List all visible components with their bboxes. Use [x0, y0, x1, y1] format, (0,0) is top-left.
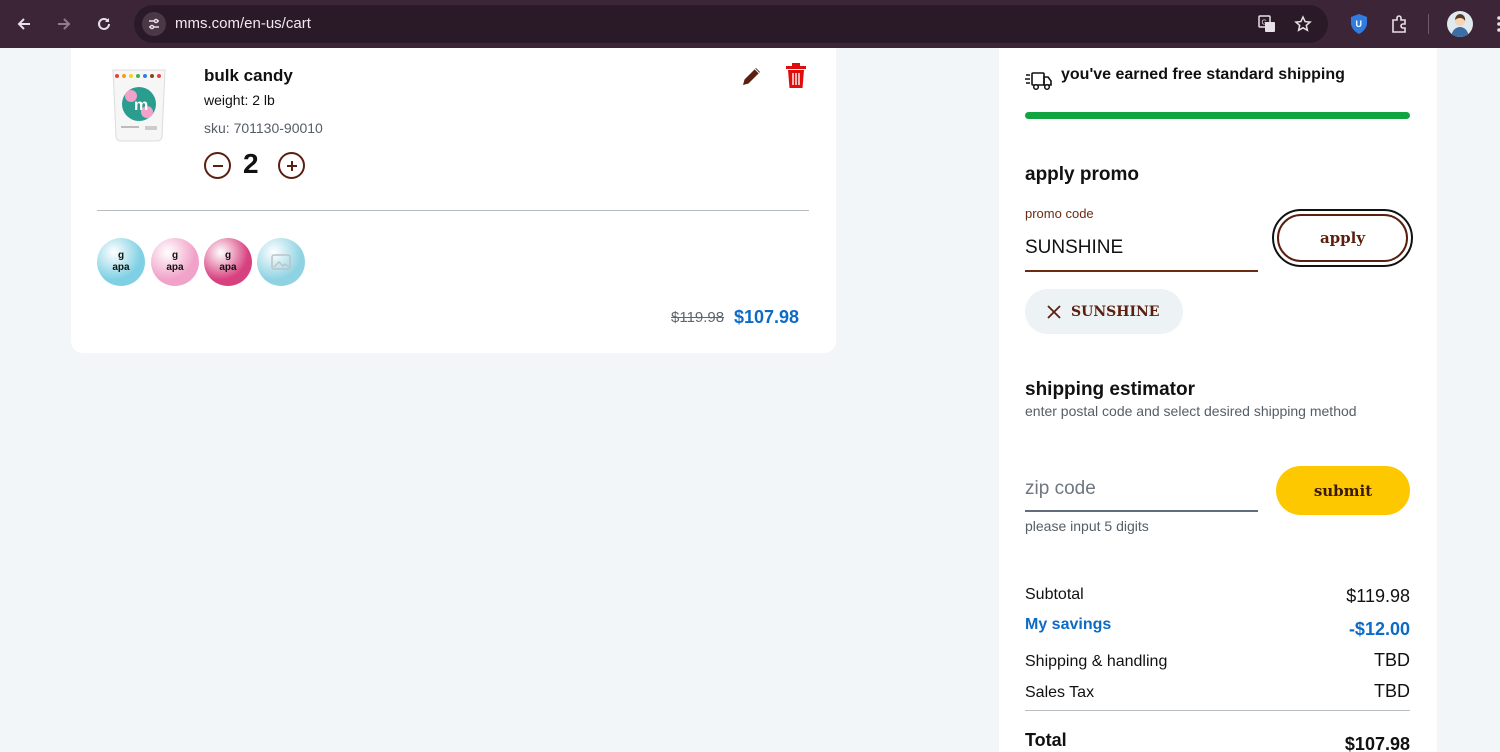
shipping-estimator-title: shipping estimator [1025, 379, 1195, 400]
site-settings-icon[interactable] [142, 12, 166, 36]
candy-swatch-4[interactable] [257, 238, 305, 286]
shipping-handling-label: Shipping & handling [1025, 653, 1168, 670]
image-placeholder-icon [271, 254, 291, 270]
discounted-price: $107.98 [734, 307, 800, 327]
swatch-text: g apa [219, 250, 237, 273]
sales-tax-value: TBD [1374, 681, 1410, 701]
shipping-handling-value: TBD [1374, 650, 1410, 670]
shipping-estimator-subtitle: enter postal code and select desired shi… [1025, 403, 1357, 419]
swatch-text: g apa [166, 250, 184, 273]
profile-avatar[interactable] [1447, 11, 1473, 37]
product-name[interactable]: bulk candy [204, 66, 293, 86]
address-bar[interactable]: mms.com/en-us/cart G [134, 5, 1328, 43]
candy-swatch-2[interactable]: g apa [151, 238, 199, 286]
extension-shield-icon[interactable]: U [1346, 11, 1372, 37]
savings-label[interactable]: My savings [1025, 616, 1111, 634]
forward-icon[interactable] [52, 12, 76, 36]
delivery-truck-icon [1025, 70, 1053, 92]
savings-value: -$12.00 [1348, 619, 1410, 639]
shipping-progress-fill [1025, 112, 1410, 119]
svg-text:U: U [1356, 19, 1363, 29]
product-sku: sku: 701130-90010 [204, 120, 323, 136]
reload-icon[interactable] [92, 12, 116, 36]
apply-promo-button[interactable]: apply [1272, 209, 1413, 267]
browser-toolbar: mms.com/en-us/cart G U [0, 0, 1500, 48]
quantity-value: 2 [243, 148, 259, 179]
swatch-text: g apa [112, 250, 130, 273]
submit-zip-button[interactable]: submit [1276, 466, 1410, 515]
promo-code-input[interactable] [1025, 226, 1258, 272]
product-weight: weight: 2 lb [204, 92, 275, 108]
order-summary-panel: you've earned free standard shipping app… [999, 48, 1437, 752]
summary-divider [1025, 710, 1410, 711]
total-label: Total [1025, 730, 1067, 750]
menu-icon[interactable] [1486, 11, 1500, 37]
trash-icon [786, 63, 806, 88]
increase-quantity-button[interactable] [278, 152, 305, 179]
close-icon[interactable] [1047, 304, 1061, 319]
extensions-puzzle-icon[interactable] [1386, 11, 1412, 37]
total-value: $107.98 [1344, 734, 1410, 752]
promo-title: apply promo [1025, 164, 1140, 185]
svg-text:m: m [134, 97, 148, 114]
candy-swatch-1[interactable]: g apa [97, 238, 145, 286]
decrease-quantity-button[interactable] [204, 152, 231, 179]
minus-icon [212, 164, 223, 167]
remove-promo-chip[interactable]: SUNSHINE [1025, 289, 1183, 334]
card-divider [97, 210, 809, 211]
subtotal-value: $119.98 [1346, 586, 1410, 606]
sales-tax-label: Sales Tax [1025, 684, 1095, 701]
candy-swatch-3[interactable]: g apa [204, 238, 252, 286]
edit-button[interactable] [738, 62, 766, 90]
url-text[interactable]: mms.com/en-us/cart [175, 15, 311, 32]
translate-icon[interactable]: G [1256, 13, 1278, 35]
apply-label: apply [1277, 214, 1408, 262]
bookmark-star-icon[interactable] [1292, 13, 1314, 35]
shipping-progress-bar [1025, 112, 1410, 119]
free-shipping-message: you've earned free standard shipping [1061, 66, 1345, 83]
svg-text:G: G [1262, 20, 1267, 27]
product-image[interactable]: m [107, 66, 171, 142]
cart-item-card: m bulk candy weight: 2 lb sku: 701130-90… [71, 48, 836, 353]
delete-button[interactable] [782, 62, 810, 90]
original-price: $119.98 [671, 309, 725, 326]
toolbar-divider [1428, 14, 1429, 34]
applied-promo-code: SUNSHINE [1071, 303, 1160, 320]
pencil-icon [743, 68, 760, 85]
back-icon[interactable] [12, 12, 36, 36]
promo-code-label: promo code [1025, 206, 1094, 221]
zip-code-input[interactable] [1025, 468, 1258, 512]
subtotal-label: Subtotal [1025, 586, 1084, 603]
plus-icon [286, 160, 297, 171]
zip-code-hint: please input 5 digits [1025, 518, 1149, 534]
